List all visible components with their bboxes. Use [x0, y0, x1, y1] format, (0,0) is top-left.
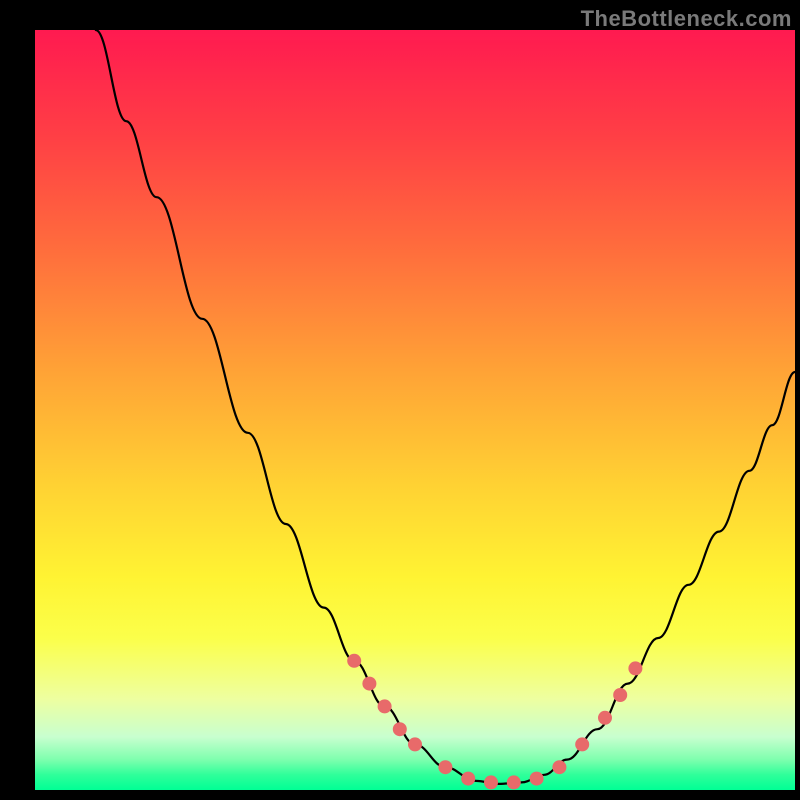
marker-dot	[613, 688, 627, 702]
marker-dot	[552, 760, 566, 774]
marker-dot	[362, 677, 376, 691]
chart-frame	[35, 30, 795, 790]
watermark-text: TheBottleneck.com	[581, 6, 792, 32]
marker-dot	[598, 711, 612, 725]
marker-dot	[484, 775, 498, 789]
bottleneck-curve	[96, 30, 795, 784]
marker-dot	[378, 699, 392, 713]
marker-dots	[347, 654, 642, 790]
marker-dot	[628, 661, 642, 675]
marker-dot	[507, 775, 521, 789]
marker-dot	[408, 737, 422, 751]
marker-dot	[530, 772, 544, 786]
marker-dot	[347, 654, 361, 668]
marker-dot	[438, 760, 452, 774]
chart-plot	[35, 30, 795, 790]
marker-dot	[461, 772, 475, 786]
marker-dot	[393, 722, 407, 736]
marker-dot	[575, 737, 589, 751]
